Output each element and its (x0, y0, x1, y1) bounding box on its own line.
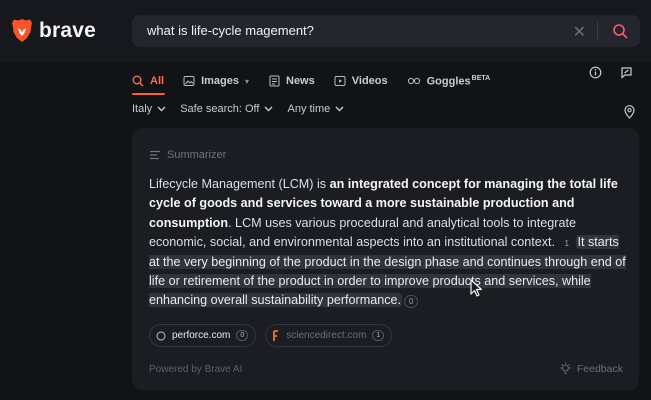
summarizer-icon (150, 150, 160, 160)
clear-search-icon[interactable]: ✕ (573, 22, 586, 42)
perforce-favicon-icon (156, 330, 166, 341)
top-bar: brave what is life-cycle magement? ✕ (0, 0, 651, 62)
lightbulb-icon (559, 362, 571, 374)
chevron-down-icon (264, 106, 273, 112)
brave-lion-icon (12, 19, 32, 42)
powered-by-label: Powered by Brave AI (149, 364, 243, 375)
summary-intro: Lifecycle Management (LCM) is (149, 177, 330, 191)
beta-badge: BETA (471, 74, 491, 82)
chevron-down-icon: ▾ (244, 76, 249, 86)
chevron-down-icon (157, 106, 166, 112)
region-filter[interactable]: Italy (132, 103, 166, 115)
tab-news[interactable]: News (268, 75, 315, 87)
source-chip[interactable]: perforce.com 0 (149, 324, 257, 347)
summary-text: Lifecycle Management (LCM) is an integra… (149, 175, 629, 311)
time-filter[interactable]: Any time (287, 103, 344, 115)
source-index: 0 (236, 330, 249, 341)
search-bar[interactable]: what is life-cycle magement? ✕ (132, 15, 640, 47)
source-name: perforce.com (172, 330, 231, 341)
brave-logo[interactable]: brave (11, 18, 96, 43)
search-icon (132, 75, 144, 87)
active-tab-indicator (132, 93, 165, 95)
location-pin-icon[interactable] (624, 105, 635, 119)
feedback-label: Feedback (576, 362, 623, 375)
info-icon[interactable] (589, 66, 602, 79)
tab-all-label: All (150, 75, 165, 87)
feedback-button[interactable]: Feedback (559, 362, 623, 375)
goggles-icon (407, 77, 420, 85)
summarizer-header: Summarizer (149, 149, 226, 161)
search-tabs: All Images ▾ News Videos GogglesBETA (132, 70, 509, 92)
chevron-down-icon (335, 106, 344, 112)
source-index: 1 (372, 330, 385, 341)
tab-images[interactable]: Images ▾ (183, 75, 249, 87)
citation-marker[interactable]: 0 (404, 295, 419, 309)
search-divider (597, 22, 598, 40)
news-icon (269, 75, 280, 87)
summarizer-title: Summarizer (167, 149, 227, 161)
source-chip[interactable]: sciencedirect.com 1 (265, 324, 393, 347)
citation-marker[interactable]: 1 (561, 238, 573, 249)
search-input[interactable]: what is life-cycle magement? (147, 23, 314, 38)
safe-search-filter-label: Safe search: Off (180, 103, 260, 115)
search-filters: Italy Safe search: Off Any time (132, 103, 344, 115)
summarizer-card: Summarizer Lifecycle Management (LCM) is… (132, 128, 639, 390)
tab-goggles-label: Goggles (426, 75, 471, 88)
tab-news-label: News (286, 75, 315, 87)
image-icon (183, 76, 195, 86)
tab-goggles[interactable]: GogglesBETA (407, 74, 491, 88)
video-icon (334, 76, 346, 86)
feedback-chat-icon[interactable] (620, 66, 633, 79)
tab-all[interactable]: All (132, 75, 164, 87)
source-name: sciencedirect.com (286, 330, 367, 341)
brand-wordmark: brave (39, 18, 97, 42)
tab-images-label: Images (201, 75, 239, 87)
mouse-cursor-icon (470, 279, 483, 297)
summary-sources: perforce.com 0 sciencedirect.com 1 (149, 324, 393, 347)
tab-videos-label: Videos (351, 75, 388, 87)
tab-videos[interactable]: Videos (334, 75, 388, 87)
search-submit-icon[interactable] (612, 23, 628, 39)
sciencedirect-favicon-icon (273, 329, 279, 341)
region-filter-label: Italy (132, 103, 153, 115)
time-filter-label: Any time (287, 103, 331, 115)
safe-search-filter[interactable]: Safe search: Off (180, 103, 273, 115)
tab-bar-actions (589, 66, 633, 79)
